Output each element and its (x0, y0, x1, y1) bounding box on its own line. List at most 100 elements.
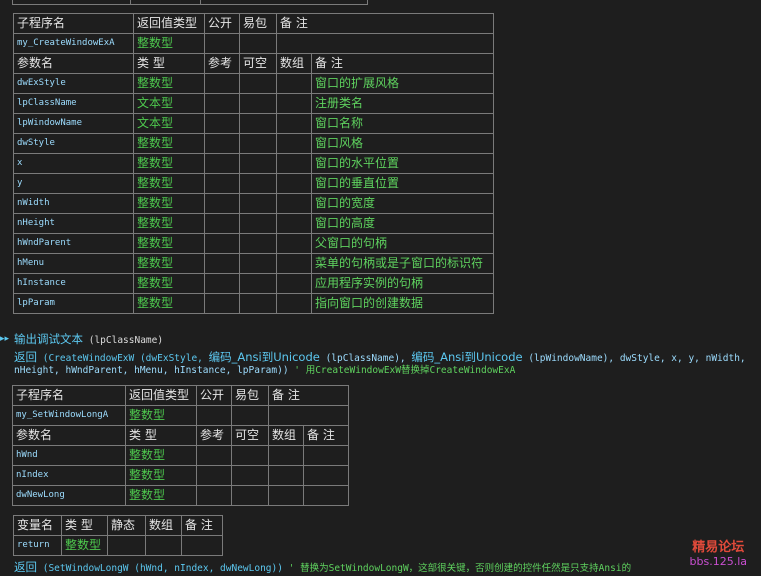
param-remark[interactable]: 窗口的宽度 (310, 193, 495, 214)
param-remark[interactable]: 指向窗口的创建数据 (310, 293, 495, 314)
subroutine-table-setwindowlonga: 子程序名 返回值类型 公开 易包 备 注 my_SetWindowLongA 整… (12, 385, 350, 506)
param-remark[interactable]: 窗口的扩展风格 (310, 73, 495, 94)
table-row[interactable]: dwNewLong 整数型 (12, 485, 350, 506)
var-name[interactable]: return (13, 535, 62, 556)
param-type[interactable]: 整数型 (133, 193, 205, 214)
header-param-array: 数组 (268, 425, 304, 446)
param-header-row: 参数名 类 型 参考 可空 数组 备 注 (12, 425, 350, 446)
table-row[interactable]: x 整数型 窗口的水平位置 (13, 153, 495, 174)
table-row[interactable]: return 整数型 (13, 535, 223, 556)
table-row[interactable]: nWidth 整数型 窗口的宽度 (13, 193, 495, 214)
param-name[interactable]: dwStyle (13, 133, 134, 154)
header-easy-pkg: 易包 (231, 385, 269, 406)
var-type[interactable]: 整数型 (61, 535, 108, 556)
code-comment: ' 替换为SetWindowLongW，这部很关键，否则创建的控件任然是只支持A… (282, 563, 632, 574)
sub-easy-pkg-cell[interactable] (239, 33, 277, 54)
param-remark[interactable]: 父窗口的句柄 (310, 233, 495, 254)
header-param-nullable: 可空 (239, 53, 277, 74)
sub-name-cell[interactable]: my_SetWindowLongA (12, 405, 126, 426)
param-remark[interactable]: 窗口名称 (310, 113, 495, 134)
param-type[interactable]: 整数型 (133, 133, 205, 154)
param-type[interactable]: 整数型 (125, 445, 197, 466)
setwindowlongw-call: (SetWindowLongW (hWnd, nIndex, dwNewLong… (42, 563, 283, 574)
sub-remark-cell[interactable] (275, 33, 495, 54)
arg-lpclassname: (lpClassName), (319, 353, 412, 364)
sub-public-cell[interactable] (204, 33, 240, 54)
sub-return-type-cell[interactable]: 整数型 (133, 33, 205, 54)
param-type[interactable]: 整数型 (133, 173, 205, 194)
param-name[interactable]: lpParam (13, 293, 134, 314)
param-type[interactable]: 整数型 (133, 73, 205, 94)
param-name[interactable]: dwNewLong (12, 485, 126, 506)
param-remark[interactable]: 注册类名 (310, 93, 495, 114)
param-type[interactable]: 整数型 (125, 465, 197, 486)
param-name[interactable]: nHeight (13, 213, 134, 234)
debug-output-command: 输出调试文本 (14, 332, 83, 346)
header-public: 公开 (204, 13, 240, 34)
param-remark[interactable]: 窗口的垂直位置 (310, 173, 495, 194)
param-type[interactable]: 文本型 (133, 93, 205, 114)
param-name[interactable]: hMenu (13, 253, 134, 274)
param-remark[interactable]: 窗口风格 (310, 133, 495, 154)
param-name[interactable]: hWndParent (13, 233, 134, 254)
header-param-name: 参数名 (13, 53, 134, 74)
sub-name-cell[interactable]: my_CreateWindowExA (13, 33, 134, 54)
header-param-remark: 备 注 (310, 53, 495, 74)
arg-rest: (lpWindowName), dwStyle, x, y, nWidth, (522, 353, 746, 364)
header-return-type: 返回值类型 (125, 385, 197, 406)
variable-header-row: 变量名 类 型 静态 数组 备 注 (13, 515, 223, 536)
param-name[interactable]: lpClassName (13, 93, 134, 114)
param-name[interactable]: hInstance (13, 273, 134, 294)
table-row[interactable]: dwExStyle 整数型 窗口的扩展风格 (13, 73, 495, 94)
code-line-return-create-cont[interactable]: nHeight, hWndParent, hMenu, hInstance, l… (14, 364, 515, 378)
param-name[interactable]: nIndex (12, 465, 126, 486)
param-type[interactable]: 整数型 (133, 293, 205, 314)
table-row[interactable]: nHeight 整数型 窗口的高度 (13, 213, 495, 234)
debug-output-args: (lpClassName) (88, 335, 164, 346)
param-name[interactable]: hWnd (12, 445, 126, 466)
subroutine-row[interactable]: my_SetWindowLongA 整数型 (12, 405, 350, 426)
watermark-title: 精易论坛 (692, 540, 745, 555)
table-row[interactable]: y 整数型 窗口的垂直位置 (13, 173, 495, 194)
param-type[interactable]: 文本型 (133, 113, 205, 134)
header-param-ref: 参考 (196, 425, 232, 446)
header-return-type: 返回值类型 (133, 13, 205, 34)
header-param-ref: 参考 (204, 53, 240, 74)
sub-return-type-cell[interactable]: 整数型 (125, 405, 197, 426)
param-type[interactable]: 整数型 (133, 153, 205, 174)
param-header-row: 参数名 类 型 参考 可空 数组 备 注 (13, 53, 495, 74)
table-row[interactable]: lpClassName 文本型 注册类名 (13, 93, 495, 114)
param-name[interactable]: y (13, 173, 134, 194)
table-row[interactable]: hWnd 整数型 (12, 445, 350, 466)
header-sub-name: 子程序名 (13, 13, 134, 34)
header-var-array: 数组 (145, 515, 182, 536)
param-type[interactable]: 整数型 (133, 233, 205, 254)
param-name[interactable]: dwExStyle (13, 73, 134, 94)
table-row[interactable]: lpWindowName 文本型 窗口名称 (13, 113, 495, 134)
param-type[interactable]: 整数型 (133, 253, 205, 274)
header-easy-pkg: 易包 (239, 13, 277, 34)
header-var-static: 静态 (107, 515, 146, 536)
param-remark[interactable]: 窗口的高度 (310, 213, 495, 234)
param-name[interactable]: x (13, 153, 134, 174)
param-type[interactable]: 整数型 (133, 213, 205, 234)
return-keyword: 返回 (14, 350, 37, 364)
param-remark[interactable]: 菜单的句柄或是子窗口的标识符 (310, 253, 495, 274)
param-type[interactable]: 整数型 (125, 485, 197, 506)
param-type[interactable]: 整数型 (133, 273, 205, 294)
subroutine-row[interactable]: my_CreateWindowExA 整数型 (13, 33, 495, 54)
param-name[interactable]: lpWindowName (13, 113, 134, 134)
table-row[interactable]: hMenu 整数型 菜单的句柄或是子窗口的标识符 (13, 253, 495, 274)
table-row[interactable]: nIndex 整数型 (12, 465, 350, 486)
param-name[interactable]: nWidth (13, 193, 134, 214)
table-row[interactable]: dwStyle 整数型 窗口风格 (13, 133, 495, 154)
param-remark[interactable]: 应用程序实例的句柄 (310, 273, 495, 294)
header-param-type: 类 型 (125, 425, 197, 446)
header-public: 公开 (196, 385, 232, 406)
header-remark: 备 注 (275, 13, 495, 34)
table-row[interactable]: hInstance 整数型 应用程序实例的句柄 (13, 273, 495, 294)
table-row[interactable]: hWndParent 整数型 父窗口的句柄 (13, 233, 495, 254)
table-row[interactable]: lpParam 整数型 指向窗口的创建数据 (13, 293, 495, 314)
param-remark[interactable]: 窗口的水平位置 (310, 153, 495, 174)
code-line-debug-output[interactable]: 输出调试文本 (lpClassName) (14, 332, 163, 348)
